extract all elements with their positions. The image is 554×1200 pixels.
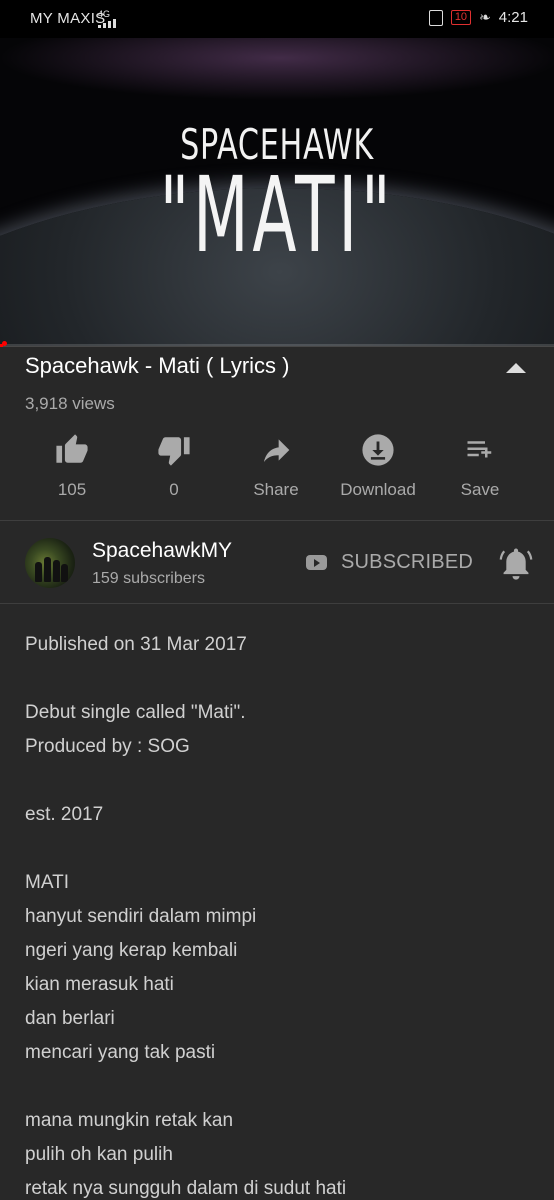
video-player[interactable]: SPACEHAWK "MATI": [0, 38, 554, 346]
network-type: 4G: [98, 9, 111, 19]
lyric-line: mencari yang tak pasti: [25, 1042, 216, 1063]
lyric-line: pulih oh kan pulih: [25, 1144, 173, 1165]
video-description: Published on 31 Mar 2017 Debut single ca…: [25, 628, 535, 1200]
action-bar: 105 0 Share Download Save: [0, 430, 554, 510]
share-arrow-icon: [226, 430, 326, 470]
share-label: Share: [253, 480, 299, 499]
download-label: Download: [340, 480, 416, 499]
status-bar: MY MAXIS 4G 10 ❧ 4:21: [0, 0, 554, 38]
progress-scrubber[interactable]: [2, 341, 7, 346]
vibrate-icon: [428, 9, 443, 26]
download-button[interactable]: Download: [328, 430, 428, 500]
carrier-name: MY MAXIS: [30, 10, 106, 27]
download-icon: [328, 430, 428, 470]
view-count: 3,918 views: [25, 394, 115, 413]
subscribed-label: SUBSCRIBED: [341, 551, 474, 573]
description-line: Debut single called "Mati".: [25, 702, 246, 723]
video-progress-bar[interactable]: [0, 341, 554, 347]
share-button[interactable]: Share: [226, 430, 326, 500]
save-button[interactable]: Save: [430, 430, 530, 500]
channel-avatar[interactable]: [25, 538, 75, 588]
dislike-button[interactable]: 0: [124, 430, 224, 500]
clock: 4:21: [498, 9, 528, 26]
divider: [0, 520, 554, 521]
lyric-line: hanyut sendiri dalam mimpi: [25, 906, 257, 927]
battery-level: 10: [454, 11, 468, 23]
lyric-line: ngeri yang kerap kembali: [25, 940, 238, 961]
thumb-down-icon: [124, 430, 224, 470]
like-button[interactable]: 105: [22, 430, 122, 500]
divider: [0, 603, 554, 604]
lyric-line: mana mungkin retak kan: [25, 1110, 234, 1131]
like-count: 105: [57, 480, 87, 499]
dislike-count: 0: [169, 480, 179, 499]
lyric-line: MATI: [25, 872, 69, 893]
lyric-line: kian merasuk hati: [25, 974, 174, 995]
playlist-add-icon: [430, 430, 530, 470]
save-label: Save: [460, 480, 500, 499]
signal-icon: 4G: [98, 10, 118, 30]
subscribed-button[interactable]: SUBSCRIBED: [306, 551, 473, 574]
lyric-line: retak nya sungguh dalam di sudut hati: [25, 1178, 347, 1199]
video-title[interactable]: Spacehawk - Mati ( Lyrics ): [25, 353, 289, 379]
lyric-line: dan berlari: [25, 1008, 115, 1029]
subscriber-count: 159 subscribers: [92, 570, 205, 587]
status-icons: 10 ❧ 4:21: [428, 9, 528, 26]
thumb-up-icon: [22, 430, 122, 470]
battery-icon: 10: [450, 10, 472, 25]
published-date: Published on 31 Mar 2017: [25, 634, 247, 655]
collapse-chevron-icon[interactable]: [506, 363, 526, 373]
power-saving-icon: ❧: [479, 9, 491, 25]
youtube-icon: [306, 555, 327, 570]
description-line: est. 2017: [25, 804, 104, 825]
video-title-text: "MATI": [159, 154, 395, 276]
channel-name[interactable]: SpacehawkMY: [92, 539, 232, 563]
description-line: Produced by : SOG: [25, 736, 190, 757]
notification-bell-icon[interactable]: [499, 545, 533, 586]
